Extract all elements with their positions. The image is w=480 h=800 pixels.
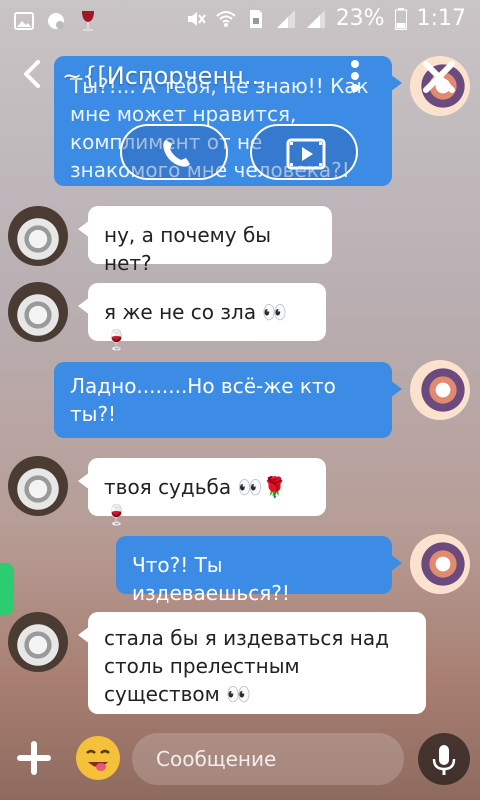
message-bubble-outgoing: Ладно........Но всё-же кто ты?! (54, 362, 402, 438)
wifi-icon (216, 10, 236, 27)
status-right-icons: 23% 1:17 (186, 6, 466, 31)
chat-bubble-icon (48, 13, 64, 29)
voice-call-icon (163, 140, 190, 167)
status-bar: 23% 1:17 (0, 0, 480, 38)
video-icon (286, 138, 326, 170)
message-text: ну, а почему бы нет? (104, 223, 272, 275)
bubble-tail (78, 297, 90, 315)
battery-icon (394, 7, 407, 30)
chat-title[interactable]: ~{[Испорченн... (62, 62, 292, 90)
message-input[interactable] (132, 733, 404, 785)
side-drawer-tab[interactable] (0, 563, 14, 615)
message-text: Что?! Ты издеваешься?! (132, 553, 290, 605)
bubble-tail (390, 554, 402, 572)
emoji-button[interactable] (76, 736, 120, 780)
message-text: Ладно........Но всё-же кто ты?! (70, 374, 336, 426)
message-bubble-incoming: я же не со зла 👀🍷 (78, 283, 326, 352)
back-arrow-icon[interactable] (18, 56, 48, 92)
signal-icon (276, 9, 295, 28)
status-left-icons (14, 8, 98, 34)
wine-glass-icon (82, 11, 94, 31)
emoji-icon (86, 749, 110, 771)
composer-bar (0, 730, 480, 800)
image-icon (14, 12, 34, 30)
avatar-contact[interactable] (8, 456, 68, 516)
avatar-contact[interactable] (8, 612, 68, 672)
message-text: стала бы я издеваться над столь прелестн… (104, 626, 389, 706)
voice-call-button[interactable] (120, 124, 228, 180)
sim-icon (249, 9, 262, 28)
bubble-tail (78, 220, 90, 238)
close-icon[interactable] (418, 56, 460, 98)
bubble-tail (390, 380, 402, 398)
video-call-button[interactable] (250, 124, 358, 180)
more-vert-icon[interactable] (345, 56, 365, 96)
avatar-self[interactable] (410, 360, 470, 420)
message-bubble-incoming: стала бы я издеваться над столь прелестн… (78, 612, 426, 714)
message-bubble-outgoing: Что?! Ты издеваешься?! (116, 536, 402, 605)
bubble-tail (78, 626, 90, 644)
message-text: твоя судьба 👀🌹🍷 (104, 475, 288, 527)
avatar-self[interactable] (410, 534, 470, 594)
signal-icon-2 (306, 9, 325, 28)
message-bubble-incoming: ну, а почему бы нет? (78, 206, 332, 275)
mic-button[interactable] (418, 733, 470, 785)
chat-header: ~{[Испорченн... (0, 46, 480, 106)
avatar-contact[interactable] (8, 206, 68, 266)
clock: 1:17 (416, 6, 466, 31)
add-icon[interactable] (14, 738, 54, 778)
mute-icon (187, 11, 206, 26)
mic-icon (432, 745, 456, 775)
message-bubble-incoming: твоя судьба 👀🌹🍷 (78, 458, 326, 527)
message-text: я же не со зла 👀🍷 (104, 300, 288, 352)
avatar-contact[interactable] (8, 282, 68, 342)
battery-percent: 23% (335, 6, 385, 31)
bubble-tail (78, 472, 90, 490)
